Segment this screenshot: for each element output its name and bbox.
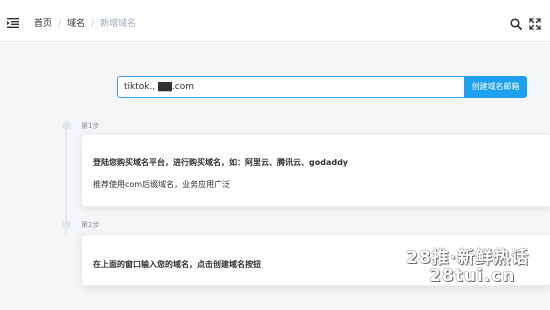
step-1-card: 登陆您购买域名平台，进行购买域名，如：阿里云、腾讯云、godaddy 推荐使用c…: [81, 134, 550, 207]
breadcrumb-domains[interactable]: 域名: [67, 19, 85, 29]
timeline-node: [61, 121, 71, 130]
breadcrumb-current-add-domain: 新增域名: [100, 19, 137, 29]
step-1-label: 第1步: [81, 122, 100, 130]
main-content: 创建域名邮箱 第1步 登陆您购买域名平台，进行购买域名，如：阿里云、腾讯云、go…: [0, 43, 550, 310]
breadcrumb: 首页 / 域名 / 新增域名: [34, 18, 136, 30]
step-2-card: 在上面的窗口输入您的域名，点击创建域名按钮: [81, 234, 550, 286]
domain-input[interactable]: [117, 76, 464, 98]
timeline-node: [61, 220, 71, 229]
create-domain-mailbox-button[interactable]: 创建域名邮箱: [464, 76, 527, 98]
step-1-title: 登陆您购买域名平台，进行购买域名，如：阿里云、腾讯云、godaddy: [93, 158, 349, 167]
menu-fold-icon[interactable]: [7, 18, 19, 28]
breadcrumb-separator: /: [58, 19, 62, 29]
step-1-description: 推荐使用com后缀域名，业务应用广泛: [93, 180, 231, 189]
breadcrumb-home[interactable]: 首页: [34, 19, 52, 29]
domain-input-group: 创建域名邮箱: [117, 76, 527, 98]
timeline-line: [65, 124, 67, 234]
top-navbar: 首页 / 域名 / 新增域名: [0, 0, 550, 42]
step-2-label: 第2步: [81, 221, 100, 229]
fullscreen-icon[interactable]: [529, 18, 541, 30]
search-icon[interactable]: [510, 18, 522, 30]
step-2-title: 在上面的窗口输入您的域名，点击创建域名按钮: [93, 260, 261, 269]
breadcrumb-separator: /: [91, 19, 95, 29]
